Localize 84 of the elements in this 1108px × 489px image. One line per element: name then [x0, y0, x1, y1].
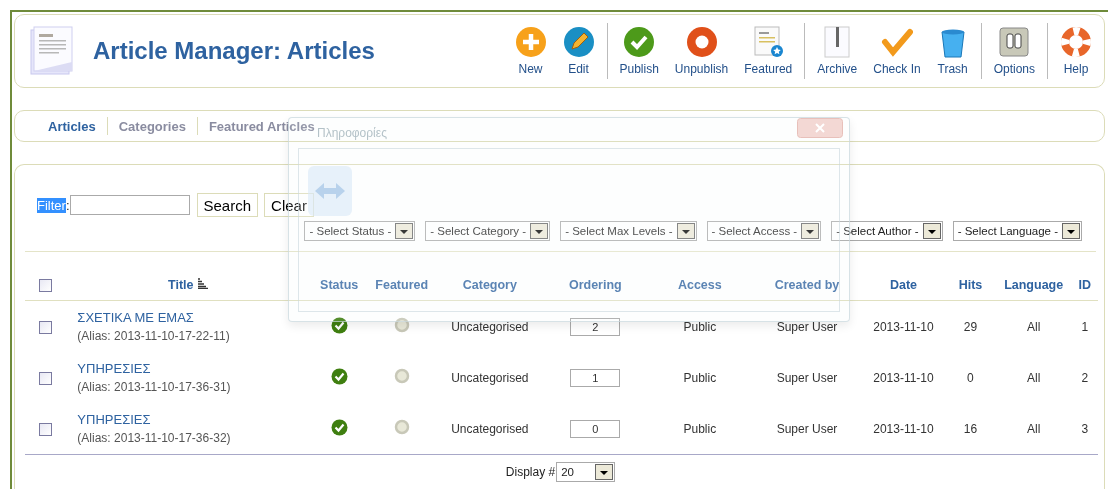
column-header[interactable]: Date — [889, 278, 917, 292]
select-all-checkbox[interactable] — [38, 279, 52, 293]
starred-document-icon — [752, 26, 785, 58]
filter-label: Filter: — [37, 197, 70, 213]
check-circle-icon — [623, 26, 656, 58]
submenu-tab[interactable]: Articles — [37, 118, 107, 134]
stop-circle-icon — [685, 26, 718, 58]
ordering-input[interactable]: 1 — [570, 368, 621, 387]
plus-icon — [514, 26, 547, 58]
filter-select[interactable]: - Select Category - — [425, 221, 551, 241]
new-toolbar-button[interactable]: New — [506, 26, 555, 76]
article-alias: (Alias: 2013-11-10-17-22-11) — [77, 329, 231, 343]
access-cell: Public — [683, 319, 717, 334]
article-title-link[interactable]: ΣΧΕΤΙΚΑ ΜΕ ΕΜΑΣ — [77, 310, 194, 325]
filter-select[interactable]: - Select Access - — [706, 221, 822, 241]
trash-toolbar-button[interactable]: Trash — [928, 26, 977, 76]
help-toolbar-button[interactable]: Help — [1052, 26, 1100, 76]
checkin-toolbar-button[interactable]: Check In — [865, 26, 929, 76]
display-count-select[interactable]: 20 — [556, 462, 616, 482]
pencil-icon — [562, 26, 595, 58]
filter-button[interactable]: Clear — [264, 193, 314, 217]
language-cell: All — [1027, 319, 1041, 334]
access-cell: Public — [683, 370, 717, 385]
id-cell: 2 — [1081, 370, 1089, 385]
options-toolbar-button[interactable]: Options — [985, 26, 1043, 76]
column-header[interactable]: Category — [462, 278, 517, 292]
hits-cell: 0 — [967, 370, 974, 385]
language-cell: All — [1027, 421, 1041, 436]
author-cell: Super User — [776, 319, 838, 334]
column-header[interactable]: Status — [320, 278, 359, 292]
page-title: Article Manager: Articles — [93, 37, 376, 65]
language-cell: All — [1027, 370, 1041, 385]
filter-select[interactable]: - Select Language - — [952, 221, 1082, 241]
date-cell: 2013-11-10 — [873, 421, 934, 436]
column-header[interactable]: Hits — [958, 278, 983, 292]
id-cell: 1 — [1081, 319, 1089, 334]
access-cell: Public — [683, 421, 717, 436]
article-alias: (Alias: 2013-11-10-17-36-32) — [77, 431, 232, 445]
article-title-link[interactable]: ΥΠΗΡΕΣΙΕΣ — [77, 361, 151, 376]
lifebuoy-icon — [1060, 26, 1092, 58]
hits-cell: 16 — [963, 421, 978, 436]
category-cell: Uncategorised — [451, 319, 529, 334]
author-cell: Super User — [776, 370, 838, 385]
sort-icon — [196, 278, 209, 289]
article-alias: (Alias: 2013-11-10-17-36-31) — [77, 380, 232, 394]
filter-input[interactable] — [69, 195, 190, 215]
filter-select[interactable]: - Select Status - — [304, 221, 416, 241]
column-header[interactable]: Featured — [375, 278, 429, 292]
edit-toolbar-button[interactable]: Edit — [554, 26, 603, 76]
featured-toolbar-button[interactable]: Featured — [736, 26, 801, 76]
row-checkbox[interactable] — [38, 422, 52, 436]
article-document-icon — [29, 26, 75, 76]
filter-select[interactable]: - Select Max Levels - — [560, 221, 697, 241]
published-icon[interactable] — [330, 316, 348, 334]
column-header[interactable]: Access — [677, 278, 722, 292]
switch-panel-icon — [998, 26, 1031, 58]
row-checkbox[interactable] — [38, 371, 52, 385]
checkmark-icon — [880, 26, 913, 58]
id-cell: 3 — [1081, 421, 1089, 436]
hits-cell: 29 — [963, 319, 978, 334]
column-header[interactable]: ID — [1078, 278, 1092, 292]
column-header[interactable]: Language — [1004, 278, 1064, 292]
unpublish-toolbar-button[interactable]: Unpublish — [666, 26, 737, 76]
row-checkbox[interactable] — [38, 320, 52, 334]
category-cell: Uncategorised — [451, 421, 529, 436]
published-icon[interactable] — [330, 418, 348, 436]
column-header[interactable]: Ordering — [568, 278, 622, 292]
published-icon[interactable] — [330, 367, 348, 385]
date-cell: 2013-11-10 — [873, 319, 934, 334]
ordering-input[interactable]: 0 — [570, 419, 621, 438]
column-header[interactable]: Created by — [774, 278, 840, 292]
author-cell: Super User — [776, 421, 838, 436]
date-cell: 2013-11-10 — [873, 370, 934, 385]
category-cell: Uncategorised — [451, 370, 529, 385]
filter-button[interactable]: Search — [196, 193, 259, 217]
filter-select[interactable]: - Select Author - — [831, 221, 943, 241]
article-title-link[interactable]: ΥΠΗΡΕΣΙΕΣ — [77, 412, 151, 427]
display-label: Display # — [505, 465, 556, 479]
dialog-title: Πληροφορίες — [317, 126, 387, 140]
column-header[interactable]: Title — [168, 278, 194, 292]
archive-toolbar-button[interactable]: Archive — [809, 26, 866, 76]
two-way-arrow-app-icon — [307, 165, 353, 217]
publish-toolbar-button[interactable]: Publish — [611, 26, 667, 76]
ordering-input[interactable]: 2 — [570, 317, 621, 336]
